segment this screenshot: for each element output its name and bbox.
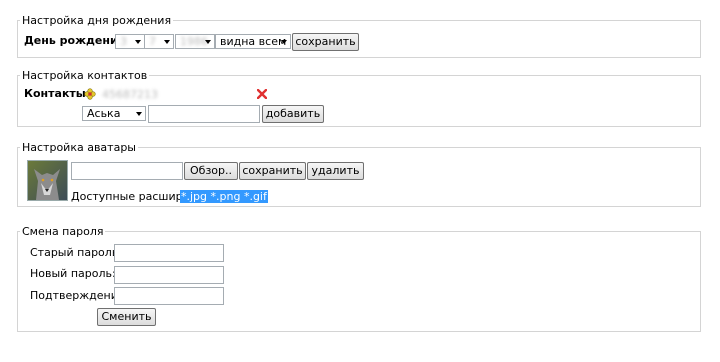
contact-existing-value: 45687213 bbox=[102, 88, 158, 101]
change-password-button[interactable]: Сменить bbox=[97, 308, 156, 326]
avatar-fieldset: Настройка аватары Обзор.. сохранить удал… bbox=[17, 141, 701, 207]
chevron-down-icon bbox=[136, 112, 142, 116]
confirm-password-input[interactable] bbox=[114, 287, 224, 305]
new-password-input[interactable] bbox=[114, 266, 224, 284]
avatar-legend: Настройка аватары bbox=[20, 141, 138, 154]
contacts-label: Контакты bbox=[24, 87, 86, 100]
avatar-image bbox=[27, 160, 68, 201]
birthday-year-select[interactable]: 1986 bbox=[175, 34, 215, 49]
new-password-label: Новый пароль: bbox=[30, 267, 116, 280]
contacts-fieldset: Настройка контактов Контакты 45687213 Ас… bbox=[17, 69, 701, 127]
chevron-down-icon bbox=[135, 40, 141, 44]
avatar-delete-button[interactable]: удалить bbox=[307, 162, 364, 180]
contact-add-button[interactable]: добавить bbox=[262, 105, 324, 123]
birthday-legend: Настройка дня рождения bbox=[20, 14, 174, 27]
contact-input[interactable] bbox=[148, 105, 260, 123]
password-fieldset: Смена пароля Старый пароль: Новый пароль… bbox=[17, 225, 701, 332]
contact-type-select[interactable]: Аська bbox=[82, 106, 146, 121]
avatar-file-input[interactable] bbox=[71, 162, 183, 180]
delete-contact-icon[interactable] bbox=[256, 88, 268, 102]
birthday-day-select[interactable]: 3 bbox=[115, 34, 145, 49]
birthday-label: День рождения bbox=[24, 34, 125, 47]
avatar-save-button[interactable]: сохранить bbox=[239, 162, 306, 180]
avatar-browse-button[interactable]: Обзор.. bbox=[184, 162, 238, 180]
icq-flower-icon bbox=[84, 88, 96, 103]
chevron-down-icon bbox=[164, 40, 170, 44]
contacts-legend: Настройка контактов bbox=[20, 69, 150, 82]
old-password-label: Старый пароль: bbox=[30, 246, 123, 259]
birthday-save-button[interactable]: сохранить bbox=[292, 33, 359, 51]
avatar-extensions-list: *.jpg *.png *.gif bbox=[180, 190, 268, 203]
chevron-down-icon bbox=[205, 40, 211, 44]
old-password-input[interactable] bbox=[114, 244, 224, 262]
password-legend: Смена пароля bbox=[20, 225, 106, 238]
birthday-fieldset: Настройка дня рождения День рождения 3 7… bbox=[17, 14, 701, 58]
chevron-down-icon bbox=[281, 40, 287, 44]
birthday-visibility-select[interactable]: видна всем bbox=[215, 34, 291, 49]
birthday-month-select[interactable]: 7 bbox=[144, 34, 174, 49]
